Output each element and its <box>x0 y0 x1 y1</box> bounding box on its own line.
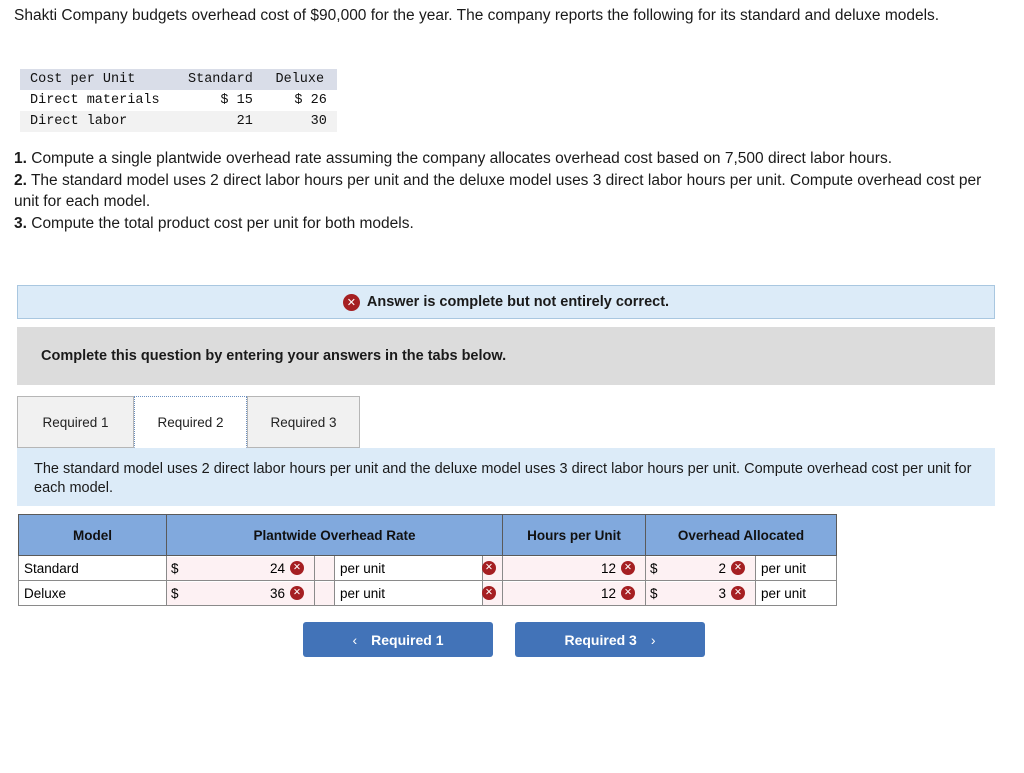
tab-panel-description: The standard model uses 2 direct labor h… <box>17 448 995 506</box>
incorrect-x-icon: ✕ <box>482 561 496 575</box>
cost-table-row: Direct materials $ 15 $ 26 <box>20 90 337 111</box>
cost-table-header-deluxe: Deluxe <box>275 72 325 87</box>
problem-statement: Shakti Company budgets overhead cost of … <box>14 7 940 24</box>
deluxe-rate-mark-cell <box>314 580 335 606</box>
cost-table-header-label: Cost per Unit <box>30 72 136 87</box>
answer-grid-header-row: Model Plantwide Overhead Rate Hours per … <box>18 514 838 556</box>
cost-row-standard: $ 15 <box>220 93 253 108</box>
deluxe-allocated-value: 3 <box>718 585 726 601</box>
standard-rate-unit-label: per unit <box>335 556 482 580</box>
requirement-1-number: 1. <box>14 150 27 167</box>
table-row: Standard $ 24 ✕ per unit ✕ 12 ✕ $ 2 ✕ pe… <box>18 555 838 581</box>
cost-row-deluxe: 30 <box>310 114 327 129</box>
tab-required-1-label: Required 1 <box>42 414 109 430</box>
tab-strip: Required 1 Required 2 Required 3 <box>17 396 995 448</box>
standard-allocated-value: 2 <box>718 560 726 576</box>
requirement-1-text: Compute a single plantwide overhead rate… <box>26 150 893 167</box>
next-required-button[interactable]: Required 3 › <box>515 622 705 657</box>
incorrect-x-icon: ✕ <box>621 586 635 600</box>
tab-required-3[interactable]: Required 3 <box>247 396 360 448</box>
cost-row-standard: 21 <box>236 114 253 129</box>
homework-page: Shakti Company budgets overhead cost of … <box>0 0 1024 773</box>
standard-rate-unit-mark-cell: ✕ <box>482 555 503 581</box>
deluxe-allocated-unit-cell: per unit <box>754 580 838 606</box>
incorrect-x-icon: ✕ <box>621 561 635 575</box>
requirement-2-text: The standard model uses 2 direct labor h… <box>14 171 982 211</box>
requirement-2-number: 2. <box>14 171 27 189</box>
deluxe-hours-value: 12 <box>600 585 616 601</box>
row-model-standard: Standard <box>18 555 167 581</box>
incorrect-x-icon: ✕ <box>290 586 304 600</box>
requirement-3-number: 3. <box>14 214 27 232</box>
requirement-1: 1. Compute a single plantwide overhead r… <box>14 148 1004 170</box>
standard-rate-input-cell[interactable]: $ 24 ✕ <box>166 555 315 581</box>
standard-rate-unit-cell[interactable]: per unit <box>334 555 483 581</box>
row-model-standard-label: Standard <box>19 556 166 580</box>
deluxe-rate-value: 36 <box>269 585 285 601</box>
cost-per-unit-table: Cost per Unit Standard Deluxe Direct mat… <box>20 69 337 132</box>
standard-allocated-input-cell[interactable]: $ 2 ✕ <box>645 555 756 581</box>
currency-symbol: $ <box>171 585 179 601</box>
requirement-2: 2. The standard model uses 2 direct labo… <box>14 170 1004 213</box>
column-header-overhead-allocated: Overhead Allocated <box>644 514 838 556</box>
instruction-bar: Complete this question by entering your … <box>17 327 995 385</box>
column-header-plantwide-overhead-rate: Plantwide Overhead Rate <box>166 514 503 556</box>
cost-table-header-row: Cost per Unit Standard Deluxe <box>20 69 337 90</box>
currency-symbol: $ <box>650 585 658 601</box>
instruction-bar-text: Complete this question by entering your … <box>41 348 507 364</box>
tab-panel-text: The standard model uses 2 direct labor h… <box>34 461 972 496</box>
answer-status-banner: ✕ Answer is complete but not entirely co… <box>17 285 995 319</box>
answer-grid: Model Plantwide Overhead Rate Hours per … <box>18 514 838 606</box>
incorrect-x-icon: ✕ <box>482 586 496 600</box>
requirement-3-text: Compute the total product cost per unit … <box>26 214 414 232</box>
cost-table-header-standard: Standard <box>188 72 253 87</box>
incorrect-x-icon: ✕ <box>731 561 745 575</box>
cost-table-row: Direct labor 21 30 <box>20 111 337 132</box>
incorrect-x-icon: ✕ <box>731 586 745 600</box>
row-model-deluxe-label: Deluxe <box>19 581 166 605</box>
currency-symbol: $ <box>650 560 658 576</box>
standard-rate-mark-cell <box>314 555 335 581</box>
next-required-label: Required 3 <box>564 631 637 648</box>
deluxe-hours-input-cell[interactable]: 12 ✕ <box>502 580 646 606</box>
standard-rate-value: 24 <box>269 560 285 576</box>
chevron-right-icon: › <box>650 631 656 648</box>
tab-required-2[interactable]: Required 2 <box>134 396 247 448</box>
requirement-3: 3. Compute the total product cost per un… <box>14 213 1004 235</box>
incorrect-x-icon: ✕ <box>290 561 304 575</box>
deluxe-allocated-input-cell[interactable]: $ 3 ✕ <box>645 580 756 606</box>
deluxe-rate-unit-mark-cell: ✕ <box>482 580 503 606</box>
tab-required-2-label: Required 2 <box>157 414 224 430</box>
column-header-model: Model <box>18 514 167 556</box>
previous-required-button[interactable]: ‹ Required 1 <box>303 622 493 657</box>
previous-required-label: Required 1 <box>371 631 444 648</box>
tab-required-3-label: Required 3 <box>270 414 337 430</box>
column-header-hours-per-unit: Hours per Unit <box>502 514 646 556</box>
standard-allocated-unit-label: per unit <box>756 556 837 580</box>
tab-required-1[interactable]: Required 1 <box>17 396 134 448</box>
answer-status-message: Answer is complete but not entirely corr… <box>366 294 670 310</box>
cost-row-label: Direct labor <box>30 114 128 129</box>
standard-allocated-unit-cell: per unit <box>754 555 838 581</box>
standard-hours-input-cell[interactable]: 12 ✕ <box>502 555 646 581</box>
error-x-icon: ✕ <box>342 293 360 311</box>
table-row: Deluxe $ 36 ✕ per unit ✕ 12 ✕ $ 3 ✕ per … <box>18 580 838 606</box>
chevron-left-icon: ‹ <box>352 631 358 648</box>
currency-symbol: $ <box>171 560 179 576</box>
deluxe-rate-input-cell[interactable]: $ 36 ✕ <box>166 580 315 606</box>
requirements-list: 1. Compute a single plantwide overhead r… <box>14 148 1004 234</box>
deluxe-rate-unit-cell[interactable]: per unit <box>334 580 483 606</box>
cost-row-label: Direct materials <box>30 93 160 108</box>
deluxe-allocated-unit-label: per unit <box>756 581 837 605</box>
cost-row-deluxe: $ 26 <box>294 93 327 108</box>
row-model-deluxe: Deluxe <box>18 580 167 606</box>
deluxe-rate-unit-label: per unit <box>335 581 482 605</box>
standard-hours-value: 12 <box>600 560 616 576</box>
